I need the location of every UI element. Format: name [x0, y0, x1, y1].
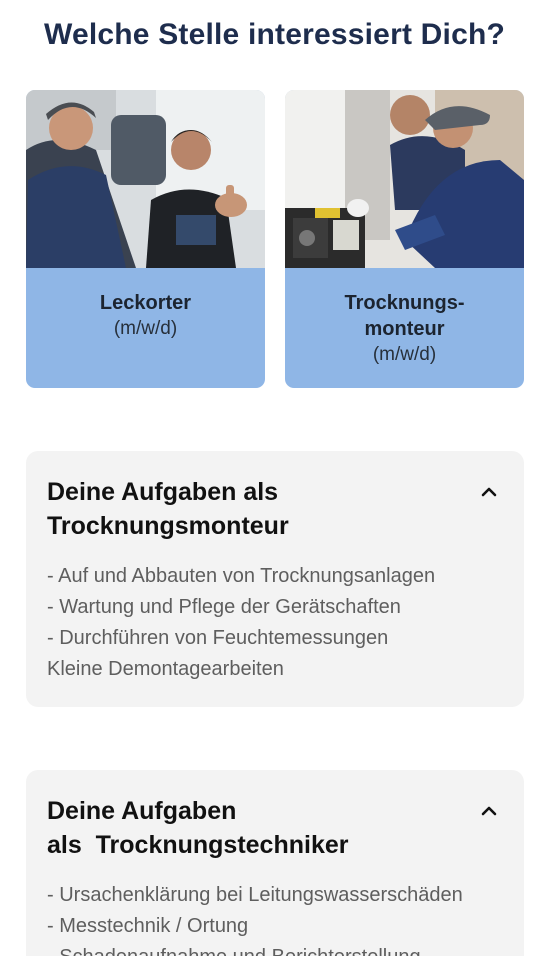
card-subtitle: (m/w/d) — [372, 344, 437, 365]
chevron-up-icon[interactable] — [476, 798, 502, 824]
accordion-header[interactable]: Deine Aufgaben als Trocknungstechniker — [47, 794, 487, 862]
job-card-leckorter[interactable]: Leckorter (m/w/d) — [26, 90, 265, 388]
task-item: Kleine Demontagearbeiten — [47, 658, 284, 680]
page-title: Welche Stelle interessiert Dich? — [43, 18, 505, 51]
job-card-trocknungsmonteur[interactable]: Trocknungs- monteur (m/w/d) — [285, 90, 524, 388]
task-item: - Durchführen von Feuchtemessungen — [47, 627, 389, 649]
accordion-content: - Ursachenklärung bei Leitungswasserschä… — [47, 880, 517, 956]
accordion-content: - Auf und Abbauten von Trocknungsanlagen… — [47, 561, 517, 685]
task-item: - Messtechnik / Ortung — [47, 915, 249, 937]
accordion-header[interactable]: Deine Aufgaben als Trocknungsmonteur — [47, 475, 487, 543]
card-title-line1: Trocknungs- — [344, 292, 465, 314]
task-item: - Auf und Abbauten von Trocknungsanlagen — [47, 565, 436, 587]
task-item: - Ursachenklärung bei Leitungswasserschä… — [47, 884, 463, 906]
accordion-title: Deine Aufgaben als Trocknungstechniker — [47, 797, 349, 859]
chevron-up-icon[interactable] — [476, 479, 502, 505]
task-item: - Schadenaufnahme und Berichterstellung — [47, 942, 517, 956]
card-title: Leckorter — [99, 292, 192, 314]
card-subtitle: (m/w/d) — [113, 318, 178, 339]
job-cards: Leckorter (m/w/d) Trocknungs- monteur (m… — [26, 90, 524, 388]
accordion-title: Deine Aufgaben als Trocknungsmonteur — [47, 478, 289, 540]
accordion-trocknungstechniker: Deine Aufgaben als Trocknungstechniker -… — [26, 770, 524, 956]
card-title-line2: monteur — [364, 318, 445, 340]
task-item: - Wartung und Pflege der Gerätschaften — [47, 596, 401, 618]
trocknungsmonteur-photo — [285, 90, 524, 268]
accordion-trocknungsmonteur: Deine Aufgaben als Trocknungsmonteur - A… — [26, 451, 524, 707]
leckorter-photo — [26, 90, 265, 268]
